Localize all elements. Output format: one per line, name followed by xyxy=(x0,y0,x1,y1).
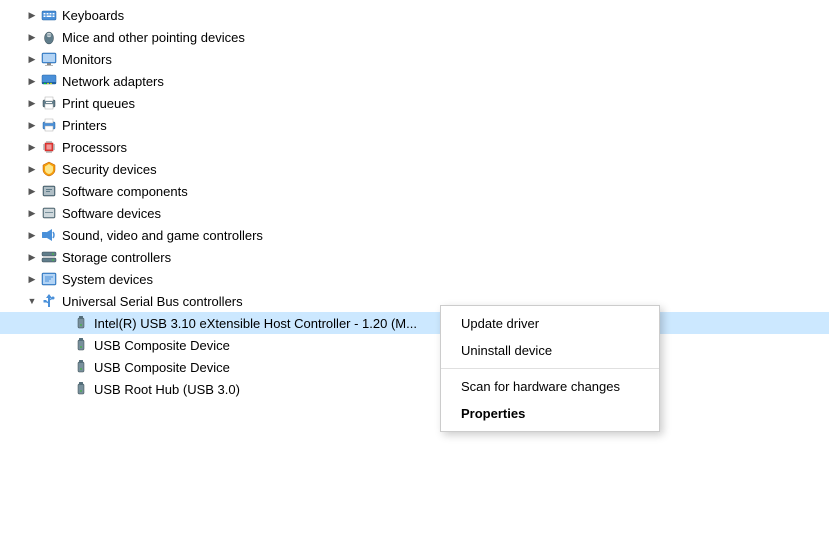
tree-item-softcomp[interactable]: Software components xyxy=(0,180,829,202)
tree-item-usb[interactable]: Universal Serial Bus controllers xyxy=(0,290,829,312)
context-menu-item-scan-hardware[interactable]: Scan for hardware changes xyxy=(441,373,659,400)
tree-item-storage[interactable]: Storage controllers xyxy=(0,246,829,268)
tree-item-mice[interactable]: Mice and other pointing devices xyxy=(0,26,829,48)
label-keyboards: Keyboards xyxy=(62,8,829,23)
arrow-storage[interactable] xyxy=(24,249,40,265)
icon-security xyxy=(40,160,58,178)
label-processors: Processors xyxy=(62,140,829,155)
arrow-sound[interactable] xyxy=(24,227,40,243)
arrow-network[interactable] xyxy=(24,73,40,89)
icon-usb xyxy=(40,292,58,310)
icon-sysdev xyxy=(40,270,58,288)
icon-storage xyxy=(40,248,58,266)
icon-network xyxy=(40,72,58,90)
tree-item-printers[interactable]: Printers xyxy=(0,114,829,136)
arrow-monitors[interactable] xyxy=(24,51,40,67)
icon-processors xyxy=(40,138,58,156)
label-softdev: Software devices xyxy=(62,206,829,221)
device-manager-tree: Keyboards Mice and other pointing devices… xyxy=(0,0,829,404)
tree-item-network[interactable]: Network adapters xyxy=(0,70,829,92)
context-menu: Update driverUninstall device Scan for ha… xyxy=(440,305,660,432)
arrow-sysdev[interactable] xyxy=(24,271,40,287)
tree-item-sysdev[interactable]: System devices xyxy=(0,268,829,290)
icon-softdev xyxy=(40,204,58,222)
tree-item-softdev[interactable]: Software devices xyxy=(0,202,829,224)
context-menu-item-uninstall-device[interactable]: Uninstall device xyxy=(441,337,659,364)
label-sound: Sound, video and game controllers xyxy=(62,228,829,243)
tree-item-security[interactable]: Security devices xyxy=(0,158,829,180)
label-security: Security devices xyxy=(62,162,829,177)
icon-printqueues xyxy=(40,94,58,112)
label-monitors: Monitors xyxy=(62,52,829,67)
tree-item-keyboards[interactable]: Keyboards xyxy=(0,4,829,26)
context-menu-item-update-driver[interactable]: Update driver xyxy=(441,310,659,337)
icon-usb-comp1 xyxy=(72,336,90,354)
context-menu-divider xyxy=(441,368,659,369)
context-menu-item-properties[interactable]: Properties xyxy=(441,400,659,427)
label-printers: Printers xyxy=(62,118,829,133)
tree-item-usb-host[interactable]: Intel(R) USB 3.10 eXtensible Host Contro… xyxy=(0,312,829,334)
tree-item-processors[interactable]: Processors xyxy=(0,136,829,158)
arrow-mice[interactable] xyxy=(24,29,40,45)
icon-usb-host xyxy=(72,314,90,332)
arrow-softcomp[interactable] xyxy=(24,183,40,199)
icon-softcomp xyxy=(40,182,58,200)
tree-item-sound[interactable]: Sound, video and game controllers xyxy=(0,224,829,246)
label-sysdev: System devices xyxy=(62,272,829,287)
icon-usb-root xyxy=(72,380,90,398)
tree-item-usb-comp2[interactable]: USB Composite Device xyxy=(0,356,829,378)
arrow-keyboards[interactable] xyxy=(24,7,40,23)
icon-sound xyxy=(40,226,58,244)
icon-monitors xyxy=(40,50,58,68)
icon-mice xyxy=(40,28,58,46)
arrow-usb[interactable] xyxy=(24,293,40,309)
arrow-security[interactable] xyxy=(24,161,40,177)
arrow-printqueues[interactable] xyxy=(24,95,40,111)
icon-usb-comp2 xyxy=(72,358,90,376)
tree-item-usb-comp1[interactable]: USB Composite Device xyxy=(0,334,829,356)
arrow-printers[interactable] xyxy=(24,117,40,133)
arrow-softdev[interactable] xyxy=(24,205,40,221)
label-printqueues: Print queues xyxy=(62,96,829,111)
label-mice: Mice and other pointing devices xyxy=(62,30,829,45)
icon-printers xyxy=(40,116,58,134)
label-storage: Storage controllers xyxy=(62,250,829,265)
tree-item-monitors[interactable]: Monitors xyxy=(0,48,829,70)
tree-item-usb-root[interactable]: USB Root Hub (USB 3.0) xyxy=(0,378,829,400)
label-network: Network adapters xyxy=(62,74,829,89)
label-softcomp: Software components xyxy=(62,184,829,199)
arrow-processors[interactable] xyxy=(24,139,40,155)
tree-item-printqueues[interactable]: Print queues xyxy=(0,92,829,114)
icon-keyboards xyxy=(40,6,58,24)
